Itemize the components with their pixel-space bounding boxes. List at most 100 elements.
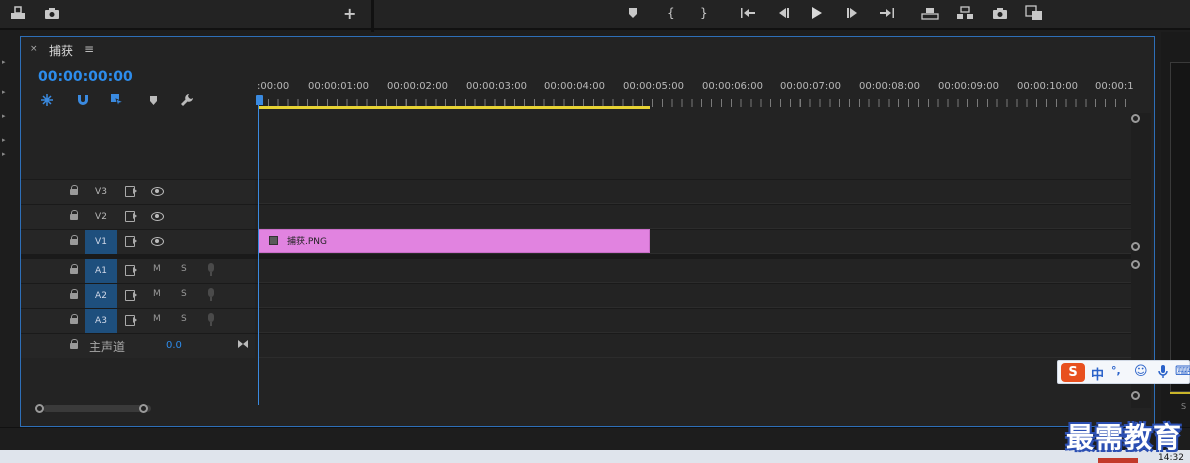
sync-lock-icon[interactable]	[125, 186, 137, 197]
eye-icon[interactable]	[151, 237, 164, 246]
eye-icon[interactable]	[151, 212, 164, 221]
tool-grip-icon[interactable]: ▸	[2, 137, 6, 144]
tool-grip-icon[interactable]: ▸	[2, 113, 6, 120]
microphone-icon[interactable]	[1158, 364, 1168, 382]
mark-in-icon[interactable]: {	[667, 5, 675, 21]
camera-icon[interactable]	[44, 5, 60, 21]
playhead-line[interactable]	[258, 105, 259, 405]
track-lane[interactable]	[258, 205, 1131, 229]
panel-menu-icon[interactable]: ≡	[84, 42, 94, 56]
play-icon[interactable]	[811, 5, 823, 21]
track-headroom	[21, 113, 1131, 179]
track-name[interactable]: V1	[85, 230, 117, 254]
solo-button[interactable]: S	[181, 289, 187, 299]
ime-punctuation-toggle[interactable]: °,	[1111, 364, 1121, 377]
scroll-knob[interactable]	[35, 404, 44, 413]
emoji-icon[interactable]: ☺	[1134, 364, 1148, 379]
mark-out-icon[interactable]: }	[700, 5, 708, 21]
lock-icon[interactable]	[70, 314, 78, 324]
sync-lock-icon[interactable]	[125, 290, 137, 301]
scroll-knob[interactable]	[1131, 260, 1140, 269]
track-lane[interactable]	[258, 284, 1131, 308]
horizontal-scrollbar[interactable]	[31, 402, 1131, 416]
ruler-label: 00:00:06:00	[702, 81, 764, 92]
ruler-label: :00:00	[257, 81, 290, 92]
mute-button[interactable]: M	[153, 314, 161, 324]
add-marker-icon[interactable]	[628, 5, 638, 21]
time-ruler[interactable]: :00:00 00:00:01:00 00:00:02:00 00:00:03:…	[257, 75, 1134, 109]
ime-logo-icon[interactable]: S	[1061, 363, 1085, 382]
wrench-settings-icon[interactable]	[179, 92, 195, 108]
extract-icon[interactable]	[956, 5, 974, 21]
sync-lock-icon[interactable]	[125, 265, 137, 276]
playhead-timecode[interactable]: 00:00:00:00	[38, 69, 133, 85]
track-name[interactable]: V2	[85, 205, 117, 229]
track-lane[interactable]	[258, 259, 1131, 283]
step-forward-icon[interactable]	[846, 5, 860, 21]
timeline-panel: × 捕获 ≡ 00:00:00:00 :00:00 00:00:01:00 00…	[20, 36, 1155, 427]
scroll-thumb[interactable]	[43, 405, 151, 412]
ime-language-toggle[interactable]: 中	[1091, 364, 1104, 383]
lock-icon[interactable]	[70, 264, 78, 274]
master-volume-value[interactable]: 0.0	[166, 340, 182, 351]
playhead-handle[interactable]	[256, 95, 263, 105]
tool-grip-icon[interactable]: ▸	[2, 151, 6, 158]
linked-selection-icon[interactable]	[109, 92, 125, 108]
sync-lock-icon[interactable]	[125, 315, 137, 326]
lock-icon[interactable]	[70, 289, 78, 299]
lock-icon[interactable]	[70, 235, 78, 245]
scroll-knob[interactable]	[139, 404, 148, 413]
track-header: A3 M S	[21, 309, 255, 333]
lift-icon[interactable]	[921, 5, 939, 21]
track-name[interactable]: V3	[85, 180, 117, 204]
go-to-in-icon[interactable]	[740, 5, 756, 21]
add-marker-icon[interactable]	[145, 92, 161, 108]
scroll-knob[interactable]	[1131, 242, 1140, 251]
timeline-clip[interactable]: 捕获.PNG	[258, 229, 650, 253]
track-lane[interactable]	[258, 334, 1131, 358]
left-tool-strip: ▸ ▸ ▸ ▸ ▸	[0, 32, 18, 427]
clip-label: 捕获.PNG	[287, 237, 327, 247]
mute-button[interactable]: M	[153, 264, 161, 274]
work-area-bar[interactable]	[258, 106, 650, 109]
bottom-strip	[0, 427, 1190, 450]
track-lane[interactable]	[258, 180, 1131, 204]
solo-button[interactable]: S	[181, 314, 187, 324]
nest-icon[interactable]	[39, 92, 55, 108]
adjacent-panel-frame	[1170, 62, 1190, 392]
add-button[interactable]: +	[343, 4, 356, 23]
microphone-icon[interactable]	[208, 263, 214, 276]
track-lane[interactable]	[258, 309, 1131, 333]
snap-magnet-icon[interactable]	[75, 92, 91, 108]
step-back-icon[interactable]	[776, 5, 790, 21]
keyboard-icon[interactable]: ⌨	[1175, 364, 1190, 379]
lock-icon[interactable]	[70, 339, 78, 349]
ime-toolbar[interactable]: S 中 °, ☺ ⌨	[1057, 360, 1190, 384]
solo-button[interactable]: S	[181, 264, 187, 274]
microphone-icon[interactable]	[208, 288, 214, 301]
comparison-view-icon[interactable]	[1025, 5, 1043, 21]
sequence-tab-title[interactable]: 捕获	[49, 42, 73, 59]
track-name[interactable]: A2	[85, 284, 117, 308]
track-name[interactable]: A1	[85, 259, 117, 283]
sync-lock-icon[interactable]	[125, 211, 137, 222]
tool-grip-icon[interactable]: ▸	[2, 89, 6, 96]
microphone-icon[interactable]	[208, 313, 214, 326]
scroll-knob[interactable]	[1131, 114, 1140, 123]
mute-button[interactable]: M	[153, 289, 161, 299]
lock-icon[interactable]	[70, 185, 78, 195]
export-frame-camera-icon[interactable]	[992, 5, 1008, 21]
ruler-label: 00:00:01:00	[308, 81, 370, 92]
track-name[interactable]: A3	[85, 309, 117, 333]
export-frame-icon[interactable]	[10, 5, 26, 21]
lock-icon[interactable]	[70, 210, 78, 220]
ruler-label: 00:00:08:00	[859, 81, 921, 92]
tool-grip-icon[interactable]: ▸	[2, 59, 6, 66]
go-to-out-icon[interactable]	[879, 5, 895, 21]
scroll-knob[interactable]	[1131, 391, 1140, 400]
track-a1: A1 M S	[21, 258, 1131, 283]
eye-icon[interactable]	[151, 187, 164, 196]
audio-pan-icon[interactable]	[237, 339, 249, 352]
sync-lock-icon[interactable]	[125, 236, 137, 247]
close-icon[interactable]: ×	[30, 44, 38, 54]
